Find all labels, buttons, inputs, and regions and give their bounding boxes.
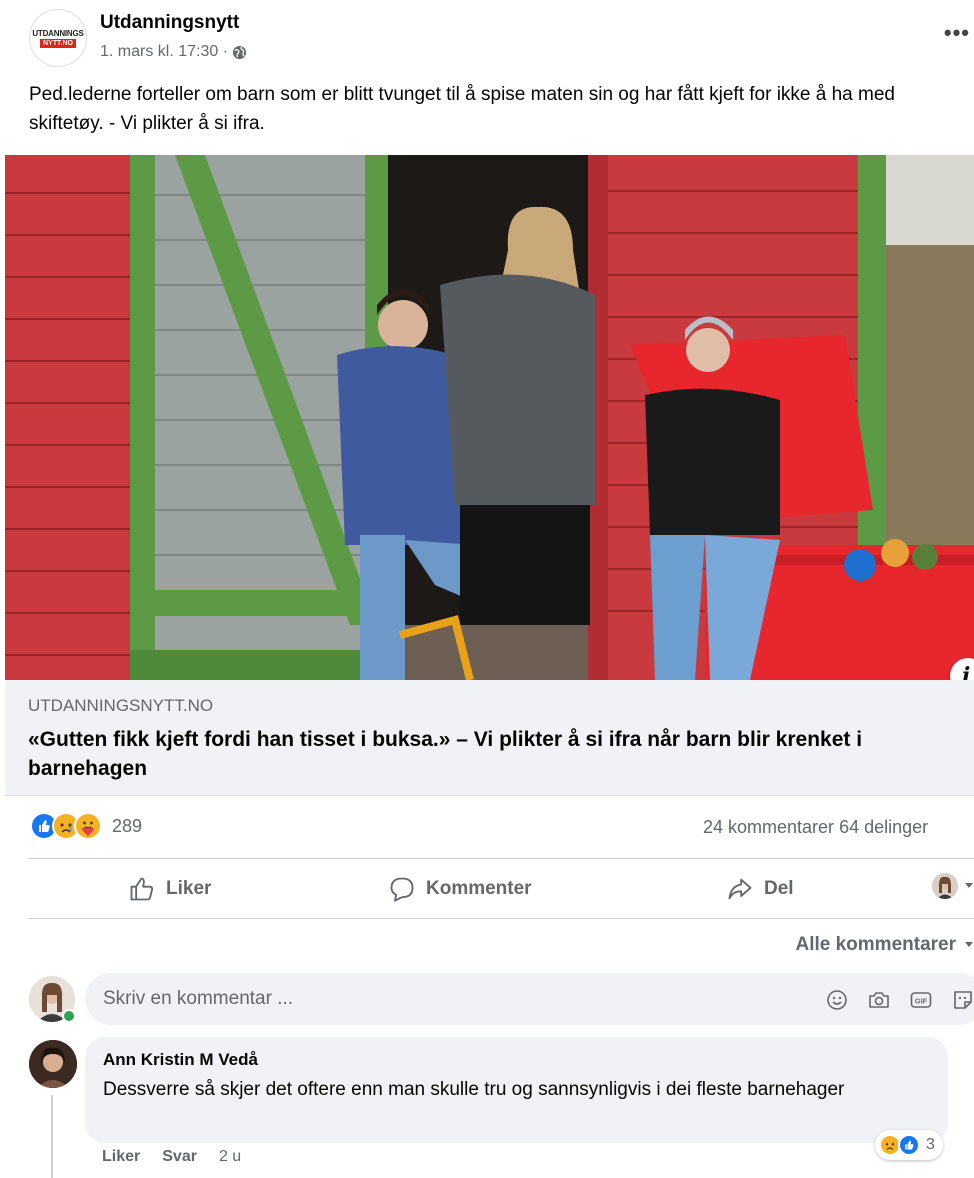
photo-three-women-at-shed <box>5 155 974 680</box>
comment-icon <box>390 877 414 902</box>
post-timestamp[interactable]: 1. mars kl. 17:30 · <box>100 43 228 61</box>
online-status-badge <box>62 1009 76 1023</box>
commenter-avatar[interactable] <box>29 1040 77 1088</box>
more-options-button[interactable]: ••• <box>944 20 970 46</box>
link-preview-image[interactable] <box>5 155 974 680</box>
comments-filter[interactable]: Alle kommentarer <box>795 934 974 956</box>
comment-bubble: Ann Kristin M Vedå Dessverre så skjer de… <box>85 1037 948 1143</box>
feed-post: UTDANNINGS NYTT.NO Utdanningsnytt 1. mar… <box>5 0 974 1178</box>
reaction-profile-selector[interactable] <box>932 873 974 899</box>
divider <box>28 918 974 919</box>
gif-icon[interactable]: GIF <box>909 988 933 1012</box>
share-label: Del <box>764 878 794 899</box>
svg-text:GIF: GIF <box>915 997 928 1006</box>
like-button[interactable]: Liker <box>128 871 211 907</box>
link-title: «Gutten fikk kjeft fordi han tisset i bu… <box>28 728 863 780</box>
reaction-count: 289 <box>112 815 143 836</box>
like-icon <box>898 1134 920 1156</box>
page-name[interactable]: Utdanningsnytt <box>100 12 239 34</box>
comment-button[interactable]: Kommenter <box>388 871 532 907</box>
shares-count[interactable]: 64 delinger <box>839 817 928 837</box>
emoji-icon[interactable] <box>825 988 849 1012</box>
share-button[interactable]: Del <box>726 871 794 907</box>
sticker-icon[interactable] <box>951 988 974 1012</box>
comment-composer[interactable]: Skriv en kommentar ... GIF <box>85 973 974 1025</box>
comment-label: Kommenter <box>426 878 532 899</box>
chevron-down-icon <box>965 942 973 947</box>
comment-input[interactable]: Skriv en kommentar ... <box>103 988 293 1010</box>
like-label: Liker <box>166 878 212 899</box>
comment-reactions[interactable]: 3 <box>875 1130 943 1160</box>
reaction-summary[interactable]: 289 <box>30 812 142 840</box>
engagement-counts: 24 kommentarer 64 delinger <box>703 817 928 838</box>
post-meta: 1. mars kl. 17:30 · <box>100 43 247 61</box>
comment-author[interactable]: Ann Kristin M Vedå <box>103 1050 258 1070</box>
globe-icon <box>232 45 247 59</box>
comment-reply-button[interactable]: Svar <box>162 1148 197 1166</box>
user-avatar <box>932 873 958 899</box>
comment-reaction-count: 3 <box>926 1136 935 1153</box>
comment-text: Dessverre så skjer det oftere enn man sk… <box>103 1079 845 1100</box>
link-preview[interactable]: UTDANNINGSNYTT.NO «Gutten fikk kjeft for… <box>5 680 974 796</box>
page-logo-line1: UTDANNINGS <box>32 28 84 38</box>
page-avatar[interactable]: UTDANNINGS NYTT.NO <box>29 9 87 67</box>
chevron-down-icon <box>965 883 973 888</box>
care-icon <box>74 812 102 840</box>
post-actions: Liker Kommenter Del <box>28 861 974 917</box>
thread-line <box>51 1095 53 1178</box>
page-logo-line2: NYTT.NO <box>40 38 76 48</box>
comments-filter-label: Alle kommentarer <box>795 934 956 955</box>
divider <box>28 858 974 859</box>
link-domain: UTDANNINGSNYTT.NO <box>28 696 214 715</box>
post-text: Ped.lederne forteller om barn som er bli… <box>29 84 895 134</box>
comment-like-button[interactable]: Liker <box>102 1148 140 1166</box>
comments-count[interactable]: 24 kommentarer <box>703 817 834 837</box>
share-icon <box>728 878 752 900</box>
camera-icon[interactable] <box>867 988 891 1012</box>
thumbs-up-icon <box>130 877 154 901</box>
comment-time[interactable]: 2 u <box>219 1148 241 1166</box>
composer-tools: GIF <box>825 988 974 1012</box>
comment-actions: Liker Svar 2 u <box>102 1148 241 1166</box>
